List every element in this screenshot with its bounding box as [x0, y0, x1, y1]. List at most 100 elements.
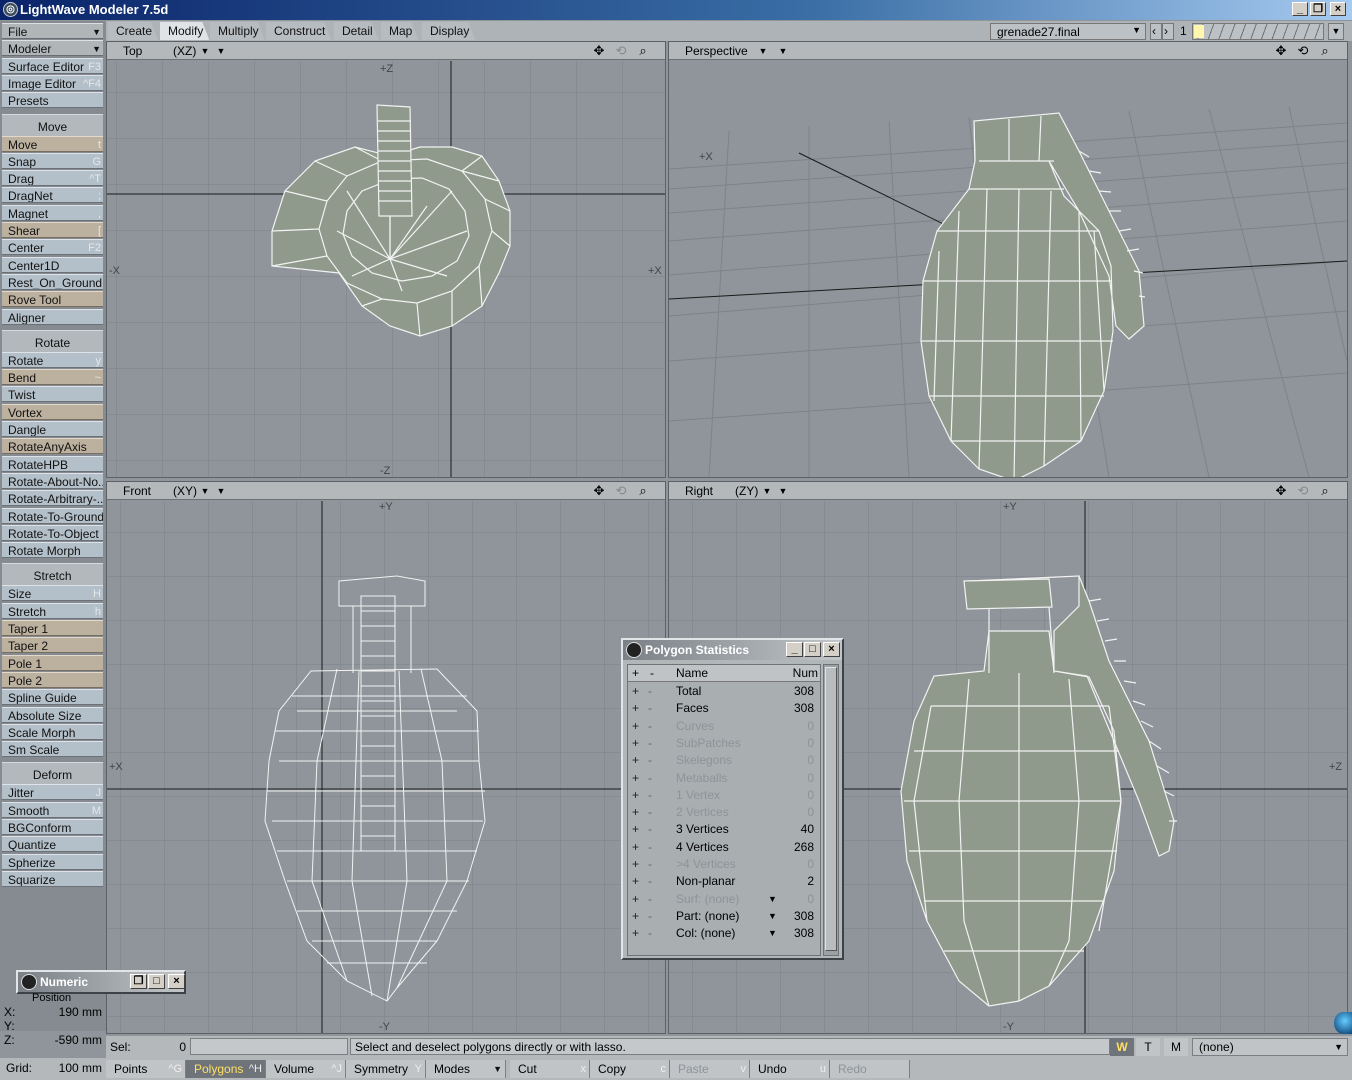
stats-row[interactable]: + - 4 Vertices 268: [628, 839, 818, 856]
view-options-icon[interactable]: ▼: [775, 43, 791, 59]
chevron-down-icon[interactable]: ▼: [197, 483, 213, 499]
sidebar-item-quantize[interactable]: Quantize: [2, 836, 103, 853]
sidebar-item-size[interactable]: Size H: [2, 585, 103, 602]
viewport-canvas[interactable]: [107, 61, 665, 477]
sidebar-item-bgconform[interactable]: BGConform: [2, 819, 103, 835]
sidebar-item-dangle[interactable]: Dangle: [2, 421, 103, 437]
tab-display[interactable]: Display: [422, 22, 475, 40]
object-dropdown[interactable]: grenade27.final ▼: [990, 23, 1146, 40]
col-name-header[interactable]: Name: [676, 665, 708, 682]
zoom-icon[interactable]: ⌕: [633, 483, 653, 499]
stats-row[interactable]: + - Faces 308: [628, 700, 818, 717]
viewport-perspective[interactable]: Perspective ▼ ▼ ✥ ⟲ ⌕ +X: [668, 41, 1348, 478]
rotate-view-icon[interactable]: ⟲: [611, 483, 631, 499]
select-plus-icon[interactable]: +: [632, 908, 642, 925]
sidebar-item-squarize[interactable]: Squarize: [2, 870, 103, 887]
stats-row[interactable]: + - Part: (none) 308 ▼: [628, 908, 818, 925]
layer-dropdown[interactable]: (none) ▼: [1192, 1038, 1348, 1056]
select-plus-icon[interactable]: +: [632, 700, 642, 717]
select-minus-icon[interactable]: -: [648, 908, 658, 925]
chevron-down-icon[interactable]: ▼: [768, 891, 777, 908]
sidebar-item-rotate-to-object[interactable]: Rotate-To-Object: [2, 524, 103, 541]
chevron-down-icon[interactable]: ▼: [755, 43, 771, 59]
tab-modify[interactable]: Modify: [160, 22, 209, 40]
minimize-icon[interactable]: _: [786, 642, 803, 657]
select-plus-icon[interactable]: +: [632, 925, 642, 942]
sidebar-item-presets[interactable]: Presets: [2, 92, 103, 109]
sidebar-item-snap[interactable]: Snap G: [2, 152, 103, 169]
col-minus-header[interactable]: -: [650, 665, 654, 682]
sidebar-item-rest-on-ground[interactable]: Rest_On_Ground: [2, 273, 103, 290]
sidebar-item-rotatehpb[interactable]: RotateHPB: [2, 455, 103, 472]
sidebar-item-taper-1[interactable]: Taper 1: [2, 620, 103, 636]
select-minus-icon[interactable]: -: [648, 787, 658, 804]
stats-row[interactable]: + - Non-planar 2: [628, 873, 818, 890]
zoom-icon[interactable]: ⌕: [633, 43, 653, 59]
viewport-axis[interactable]: (XY): [173, 483, 197, 499]
select-minus-icon[interactable]: -: [648, 683, 658, 700]
stats-row[interactable]: + - >4 Vertices 0: [628, 856, 818, 873]
maximize-icon[interactable]: □: [148, 974, 165, 989]
sidebar-item-sm-scale[interactable]: Sm Scale: [2, 741, 103, 758]
select-minus-icon[interactable]: -: [648, 839, 658, 856]
sidebar-item-taper-2[interactable]: Taper 2: [2, 637, 103, 654]
symmetry-button[interactable]: Symmetry Y: [346, 1060, 426, 1078]
viewport-front[interactable]: Front (XY) ▼ ▼ ✥ ⟲ ⌕ +Y -Y +X: [106, 481, 666, 1034]
modes-dropdown[interactable]: Modes ▼: [426, 1060, 506, 1078]
pan-icon[interactable]: ✥: [589, 483, 609, 499]
sidebar-item-vortex[interactable]: Vortex: [2, 403, 103, 420]
chevron-down-icon[interactable]: ▼: [197, 43, 213, 59]
numeric-x-value[interactable]: 190 mm: [59, 1005, 102, 1019]
view-options-icon[interactable]: ▼: [213, 43, 229, 59]
sidebar-item-rove-tool[interactable]: Rove Tool: [2, 291, 103, 308]
sidebar-item-dragnet[interactable]: DragNet;: [2, 187, 103, 204]
sidebar-item-file[interactable]: File ▼: [2, 23, 103, 39]
sidebar-item-pole-1[interactable]: Pole 1: [2, 654, 103, 671]
stats-row[interactable]: + - Col: (none) 308 ▼: [628, 925, 818, 942]
zoom-icon[interactable]: ⌕: [1315, 43, 1335, 59]
tab-construct[interactable]: Construct: [266, 22, 331, 40]
stats-row[interactable]: + - 3 Vertices 40: [628, 821, 818, 838]
select-plus-icon[interactable]: +: [632, 821, 642, 838]
sidebar-item-scale-morph[interactable]: Scale Morph: [2, 723, 103, 740]
select-plus-icon[interactable]: +: [632, 787, 642, 804]
sidebar-item-aligner[interactable]: Aligner: [2, 308, 103, 325]
tab-detail[interactable]: Detail: [334, 22, 379, 40]
sidebar-item-bend[interactable]: Bend ~: [2, 369, 103, 386]
viewport-top[interactable]: Top (XZ) ▼ ▼ ✥ ⟲ ⌕ +Z -Z -X +X: [106, 41, 666, 478]
select-minus-icon[interactable]: -: [648, 925, 658, 942]
sidebar-item-image-editor[interactable]: Image Editor ^F4: [2, 74, 103, 91]
select-plus-icon[interactable]: +: [632, 873, 642, 890]
tab-create[interactable]: Create: [108, 22, 158, 40]
redo-button[interactable]: Redo: [830, 1060, 910, 1078]
sidebar-item-shear[interactable]: Shear [: [2, 222, 103, 238]
select-plus-icon[interactable]: +: [632, 752, 642, 769]
prev-layer-button[interactable]: ‹: [1150, 23, 1162, 40]
tab-multiply[interactable]: Multiply: [210, 22, 265, 40]
rotate-view-icon[interactable]: ⟲: [1293, 43, 1313, 59]
close-icon[interactable]: ×: [823, 642, 840, 657]
pan-icon[interactable]: ✥: [1271, 43, 1291, 59]
cut-button[interactable]: Cut x: [510, 1060, 590, 1078]
sidebar-item-move[interactable]: Move t: [2, 135, 103, 152]
zoom-icon[interactable]: ⌕: [1315, 483, 1335, 499]
points-mode-button[interactable]: Points ^G: [106, 1060, 186, 1078]
chevron-down-icon[interactable]: ▼: [759, 483, 775, 499]
stats-row[interactable]: + - SubPatches 0: [628, 735, 818, 752]
select-plus-icon[interactable]: +: [632, 891, 642, 908]
select-minus-icon[interactable]: -: [648, 752, 658, 769]
select-plus-icon[interactable]: +: [632, 804, 642, 821]
stats-row[interactable]: + - Metaballs 0: [628, 770, 818, 787]
viewport-canvas[interactable]: [669, 61, 1347, 477]
chevron-down-icon[interactable]: ▼: [768, 908, 777, 925]
scrollbar-thumb[interactable]: [825, 667, 837, 951]
pan-icon[interactable]: ✥: [589, 43, 609, 59]
layer-bank[interactable]: [1192, 23, 1324, 40]
minimize-button[interactable]: _: [1292, 2, 1308, 16]
rotate-view-icon[interactable]: ⟲: [1293, 483, 1313, 499]
sidebar-item-stretch[interactable]: Stretch h: [2, 602, 103, 619]
viewport-axis[interactable]: (ZY): [735, 483, 758, 499]
chevron-down-icon[interactable]: ▼: [768, 925, 777, 942]
polygon-statistics-title[interactable]: Polygon Statistics _ □ ×: [623, 640, 842, 660]
select-plus-icon[interactable]: +: [632, 718, 642, 735]
